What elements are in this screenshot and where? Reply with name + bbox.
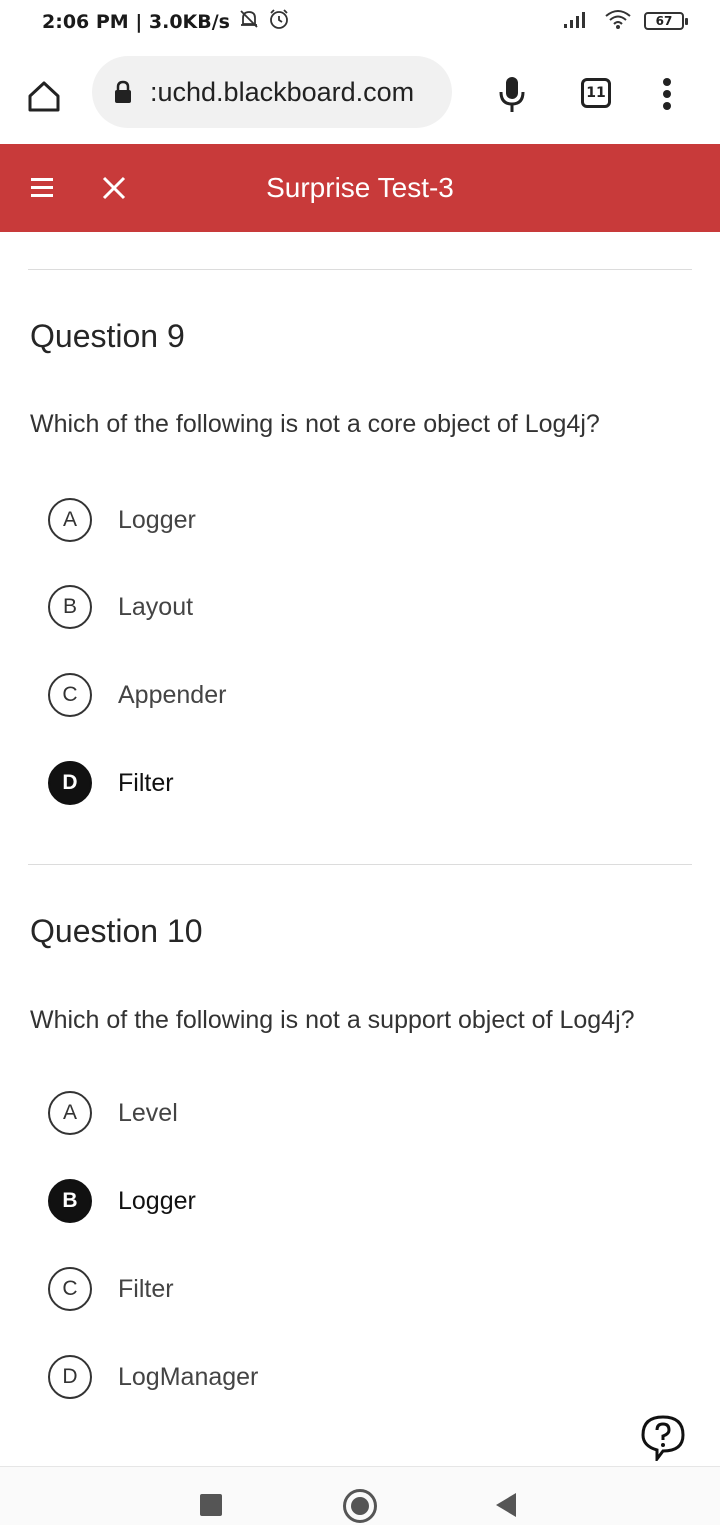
close-icon [102,176,126,200]
option-c[interactable]: C Filter [48,1264,174,1314]
divider [28,269,692,270]
notification-off-icon [238,8,260,35]
alarm-icon [268,8,290,35]
option-letter: B [48,585,92,629]
option-label: Filter [118,768,174,797]
option-label: Logger [118,505,196,534]
more-vert-icon [663,78,671,110]
nav-bar [0,1466,720,1525]
question-text: Which of the following is not a core obj… [30,410,600,438]
question-title: Question 10 [30,913,203,949]
status-time-speed: 2:06 PM | 3.0KB/s [42,10,230,33]
mic-button[interactable] [492,72,532,116]
option-label: Logger [118,1186,196,1215]
menu-button[interactable] [22,168,62,208]
home-circle-icon[interactable] [343,1489,377,1523]
battery-icon: 67 [644,12,688,30]
help-button[interactable] [638,1412,688,1462]
option-d-selected[interactable]: D Filter [48,758,174,808]
status-left: 2:06 PM | 3.0KB/s [42,8,290,35]
option-letter: B [48,1179,92,1223]
address-bar[interactable]: :uchd.blackboard.com [92,56,452,128]
signal-icon [562,9,592,33]
option-label: Layout [118,592,194,621]
option-d[interactable]: D LogManager [48,1352,258,1402]
option-a[interactable]: A Logger [48,495,196,545]
back-icon[interactable] [496,1493,516,1517]
option-label: Appender [118,680,227,709]
option-letter: D [48,761,92,805]
option-label: LogManager [118,1362,259,1391]
option-b-selected[interactable]: B Logger [48,1176,196,1226]
url-text: :uchd.blackboard.com [150,76,415,107]
question-text: Which of the following is not a support … [30,1006,635,1034]
option-letter: A [48,1091,92,1135]
browser-bar: :uchd.blackboard.com 11 [0,50,720,136]
option-letter: D [48,1355,92,1399]
option-a[interactable]: A Level [48,1088,178,1138]
status-right: 67 [562,8,688,34]
close-test-button[interactable] [94,168,134,208]
divider [28,864,692,865]
option-label: Level [118,1098,178,1127]
more-menu-button[interactable] [652,72,682,116]
screen: 2:06 PM | 3.0KB/s 67 :uchd.blackboard.co… [0,0,720,1525]
help-icon [641,1415,685,1461]
option-letter: C [48,673,92,717]
home-icon [28,81,60,112]
recents-icon[interactable] [200,1494,222,1516]
option-c[interactable]: C Appender [48,670,226,720]
lock-icon [112,80,134,104]
mic-icon [499,77,525,112]
wifi-icon [604,8,632,34]
option-letter: A [48,498,92,542]
option-b[interactable]: B Layout [48,582,193,632]
tabs-icon: 11 [581,78,611,108]
home-button[interactable] [22,74,66,118]
status-bar: 2:06 PM | 3.0KB/s 67 [0,0,720,44]
question-title: Question 9 [30,318,185,354]
option-letter: C [48,1267,92,1311]
hamburger-icon [31,178,53,197]
test-header: Surprise Test-3 [0,144,720,232]
option-label: Filter [118,1274,174,1303]
tabs-button[interactable]: 11 [577,74,615,112]
